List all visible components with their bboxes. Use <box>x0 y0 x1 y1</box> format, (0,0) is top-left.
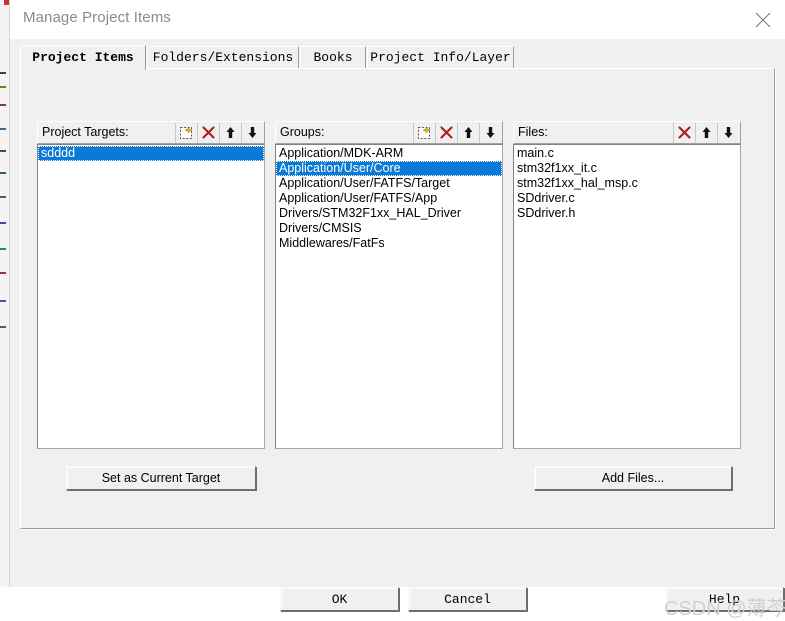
move-down-icon[interactable] <box>479 123 501 143</box>
tab-books[interactable]: Books <box>300 46 366 69</box>
list-item[interactable]: Drivers/STM32F1xx_HAL_Driver <box>276 206 502 221</box>
list-item[interactable]: Application/User/Core <box>276 161 502 176</box>
add-files-button[interactable]: Add Files... <box>534 466 732 490</box>
list-item[interactable]: Application/User/FATFS/App <box>276 191 502 206</box>
groups-list[interactable]: Application/MDK-ARM Application/User/Cor… <box>275 144 503 449</box>
files-toolbar <box>673 123 739 143</box>
delete-icon[interactable] <box>673 123 695 143</box>
window-title: Manage Project Items <box>23 9 171 26</box>
list-item[interactable]: SDdriver.c <box>514 191 740 206</box>
list-item[interactable]: Application/MDK-ARM <box>276 146 502 161</box>
ok-button[interactable]: OK <box>280 587 399 611</box>
list-item[interactable]: sdddd <box>38 146 264 161</box>
list-item[interactable]: stm32f1xx_hal_msp.c <box>514 176 740 191</box>
background-window-sliver <box>0 0 9 587</box>
list-item[interactable]: Middlewares/FatFs <box>276 236 502 251</box>
groups-panel: Groups: Application/MDK-ARM Application/… <box>275 121 503 449</box>
files-label: Files: <box>518 125 548 139</box>
delete-icon[interactable] <box>197 123 219 143</box>
close-icon[interactable] <box>740 0 785 39</box>
cancel-button[interactable]: Cancel <box>408 587 527 611</box>
project-targets-label: Project Targets: <box>42 125 129 139</box>
move-up-icon[interactable] <box>219 123 241 143</box>
list-item[interactable]: SDdriver.h <box>514 206 740 221</box>
move-up-icon[interactable] <box>695 123 717 143</box>
list-item[interactable]: main.c <box>514 146 740 161</box>
files-header: Files: <box>513 121 741 144</box>
tab-folders-extensions[interactable]: Folders/Extensions <box>147 46 299 69</box>
dialog-body: Project Items Folders/Extensions Books P… <box>10 39 785 620</box>
new-item-icon[interactable] <box>175 123 197 143</box>
tab-strip: Project Items Folders/Extensions Books P… <box>20 45 776 70</box>
delete-icon[interactable] <box>435 123 457 143</box>
list-item[interactable]: Drivers/CMSIS <box>276 221 502 236</box>
files-panel: Files: main.c stm32f1xx_it.c stm32f1xx_h… <box>513 121 741 449</box>
help-button[interactable]: Help <box>665 587 784 611</box>
project-targets-toolbar <box>175 123 263 143</box>
list-item[interactable]: Application/User/FATFS/Target <box>276 176 502 191</box>
move-down-icon[interactable] <box>241 123 263 143</box>
groups-label: Groups: <box>280 125 325 139</box>
project-targets-list[interactable]: sdddd <box>37 144 265 449</box>
new-item-icon[interactable] <box>413 123 435 143</box>
title-bar: Manage Project Items <box>10 0 785 39</box>
manage-project-items-dialog: Manage Project Items Project Items Folde… <box>9 0 785 620</box>
groups-toolbar <box>413 123 501 143</box>
tab-project-items[interactable]: Project Items <box>20 45 146 70</box>
set-as-current-target-button[interactable]: Set as Current Target <box>66 466 256 490</box>
move-down-icon[interactable] <box>717 123 739 143</box>
groups-header: Groups: <box>275 121 503 144</box>
tab-project-info-layer[interactable]: Project Info/Layer <box>367 46 514 69</box>
move-up-icon[interactable] <box>457 123 479 143</box>
list-item[interactable]: stm32f1xx_it.c <box>514 161 740 176</box>
project-targets-header: Project Targets: <box>37 121 265 144</box>
files-list[interactable]: main.c stm32f1xx_it.c stm32f1xx_hal_msp.… <box>513 144 741 449</box>
project-targets-panel: Project Targets: sdddd <box>37 121 265 449</box>
